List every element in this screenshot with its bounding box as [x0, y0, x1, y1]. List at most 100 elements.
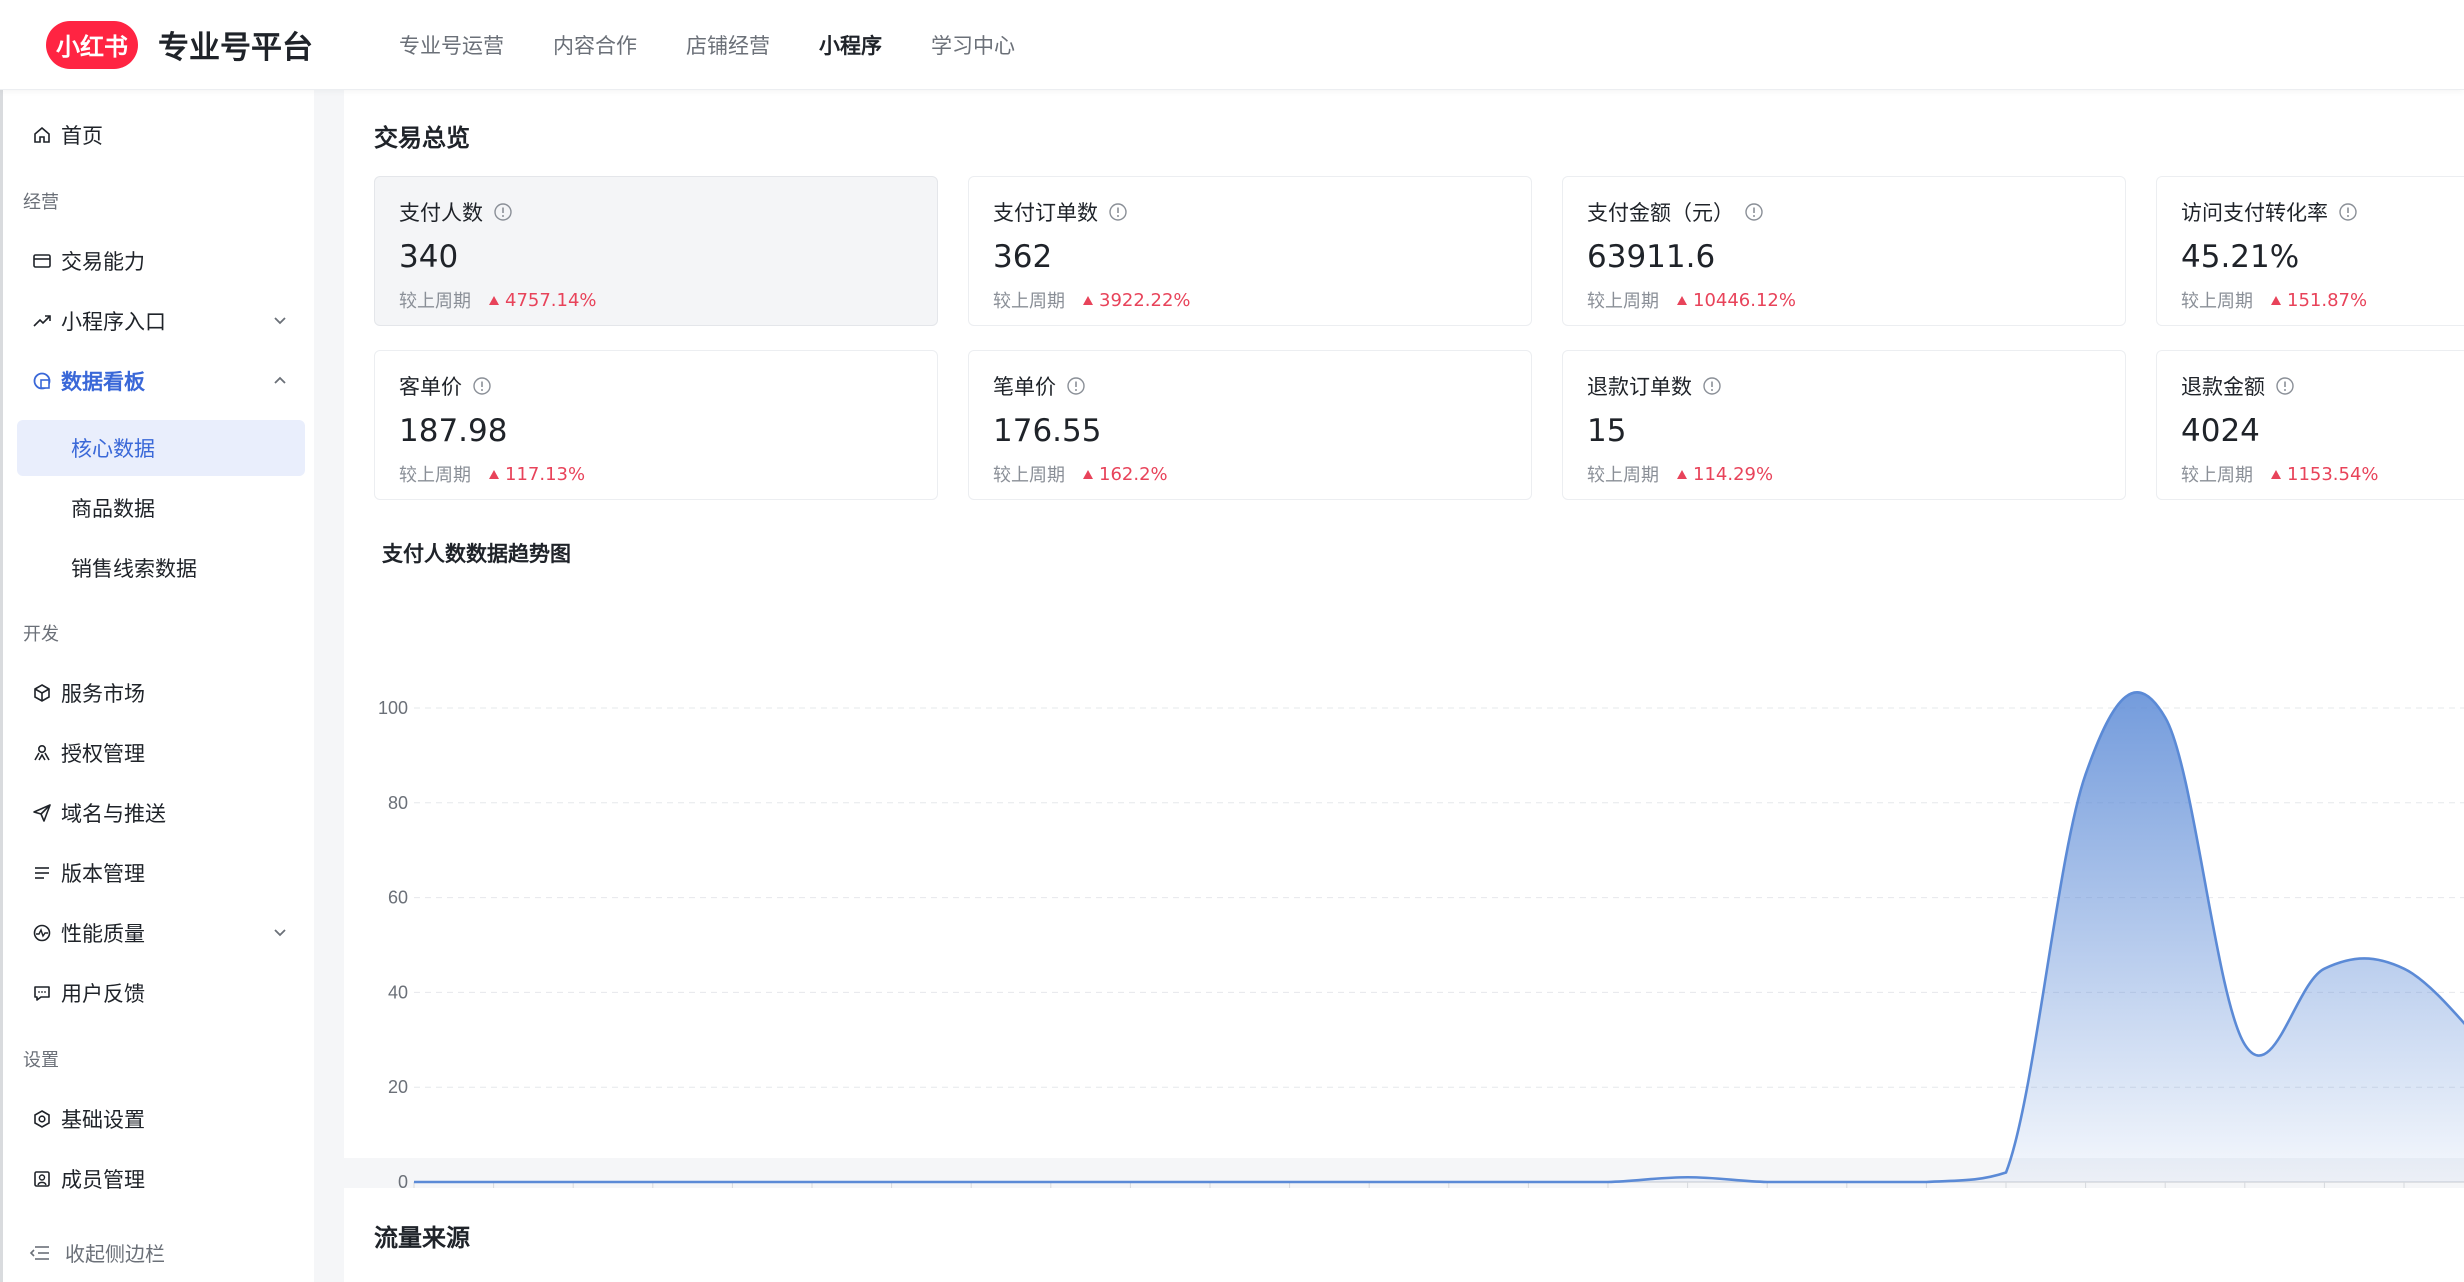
- member-icon: [29, 1166, 55, 1192]
- y-tick-label: 40: [388, 982, 408, 1002]
- topnav-pro-ops[interactable]: 专业号运营: [399, 30, 504, 60]
- metric-value: 187.98: [399, 413, 508, 449]
- collapse-icon: [29, 1245, 49, 1260]
- topnav-mini-program[interactable]: 小程序: [819, 30, 882, 60]
- up-arrow-icon: [489, 469, 499, 479]
- platform-title: 专业号平台: [158, 30, 313, 66]
- collapse-sidebar-button[interactable]: 收起侧边栏: [29, 1238, 165, 1267]
- metric-card-pay-orders[interactable]: 支付订单数 362 较上周期 3922.22%: [968, 176, 1532, 326]
- metric-change: 162.2%: [1099, 463, 1168, 485]
- chart-title: 支付人数数据趋势图: [382, 542, 571, 566]
- card-icon: [29, 248, 55, 274]
- sidebar-item-label: 版本管理: [61, 862, 145, 886]
- metric-label: 支付人数: [399, 201, 483, 225]
- metric-card-avg-order-price[interactable]: 笔单价 176.55 较上周期 162.2%: [968, 350, 1532, 500]
- send-icon: [29, 800, 55, 826]
- y-tick-label: 20: [388, 1077, 408, 1097]
- sidebar-subitem-leads-data[interactable]: 销售线索数据: [17, 540, 305, 596]
- sidebar-item-label: 首页: [61, 124, 103, 148]
- sidebar-group-dev: 开发: [23, 624, 59, 645]
- sidebar-item-members[interactable]: 成员管理: [17, 1150, 305, 1208]
- home-icon: [29, 122, 55, 148]
- sidebar-item-label: 基础设置: [61, 1108, 145, 1132]
- y-tick-label: 100: [378, 698, 408, 718]
- pay-users-trend-chart[interactable]: 02040608010010-2610-2710-2810-2910-3010-…: [344, 590, 2464, 1240]
- sidebar-item-auth[interactable]: 授权管理: [17, 724, 305, 782]
- list-icon: [29, 860, 55, 886]
- up-arrow-icon: [1677, 469, 1687, 479]
- metric-change: 4757.14%: [505, 289, 597, 311]
- users-icon: [29, 740, 55, 766]
- metric-value: 362: [993, 239, 1053, 275]
- compare-label: 较上周期: [993, 465, 1065, 486]
- sidebar-item-label: 服务市场: [61, 682, 145, 706]
- sidebar-item-version[interactable]: 版本管理: [17, 844, 305, 902]
- metric-card-refund-orders[interactable]: 退款订单数 15 较上周期 114.29%: [1562, 350, 2126, 500]
- info-icon[interactable]: [1108, 202, 1128, 222]
- series-area: [414, 692, 2464, 1182]
- top-nav: 专业号运营 内容合作 店铺经营 小程序 学习中心: [399, 30, 1064, 60]
- up-arrow-icon: [2271, 295, 2281, 305]
- compare-label: 较上周期: [993, 291, 1065, 312]
- topnav-store-ops[interactable]: 店铺经营: [686, 30, 770, 60]
- metric-card-pay-users[interactable]: 支付人数 340 较上周期 4757.14%: [374, 176, 938, 326]
- sidebar-item-domain[interactable]: 域名与推送: [17, 784, 305, 842]
- metric-card-refund-amount[interactable]: 退款金额 4024 较上周期 1153.54%: [2156, 350, 2464, 500]
- info-icon[interactable]: [472, 376, 492, 396]
- xiaohongshu-logo[interactable]: 小红书: [46, 20, 138, 69]
- info-icon[interactable]: [2338, 202, 2358, 222]
- metric-label: 退款订单数: [1587, 375, 1692, 399]
- sidebar-group-settings: 设置: [23, 1050, 59, 1071]
- sidebar-item-basic-settings[interactable]: 基础设置: [17, 1090, 305, 1148]
- sidebar-item-feedback[interactable]: 用户反馈: [17, 964, 305, 1022]
- info-icon[interactable]: [1702, 376, 1722, 396]
- sidebar-item-entry[interactable]: 小程序入口: [17, 292, 305, 350]
- metric-value: 176.55: [993, 413, 1102, 449]
- sidebar-item-dashboard[interactable]: 数据看板: [17, 352, 305, 410]
- sidebar-item-trade[interactable]: 交易能力: [17, 232, 305, 290]
- metric-label: 支付金额（元）: [1587, 201, 1734, 225]
- pulse-icon: [29, 920, 55, 946]
- topnav-learning-center[interactable]: 学习中心: [931, 30, 1015, 60]
- info-icon[interactable]: [2275, 376, 2295, 396]
- up-arrow-icon: [1083, 469, 1093, 479]
- traffic-source-panel: 流量来源: [344, 1188, 2464, 1282]
- metric-value: 45.21%: [2181, 239, 2300, 275]
- chevron-up-icon: [274, 376, 286, 384]
- up-arrow-icon: [1083, 295, 1093, 305]
- sidebar-item-label: 域名与推送: [61, 802, 166, 826]
- sidebar-item-market[interactable]: 服务市场: [17, 664, 305, 722]
- compare-label: 较上周期: [2181, 291, 2253, 312]
- metric-change: 151.87%: [2287, 289, 2368, 311]
- sidebar-subitem-goods-data[interactable]: 商品数据: [17, 480, 305, 536]
- up-arrow-icon: [2271, 469, 2281, 479]
- sidebar-item-label: 小程序入口: [61, 310, 166, 334]
- dashboard-icon: [29, 368, 55, 394]
- sidebar-subitem-core-data[interactable]: 核心数据: [17, 420, 305, 476]
- metric-change: 10446.12%: [1693, 289, 1796, 311]
- sidebar: 首页 经营 交易能力 小程序入口 数据看板 核心数据 商品数据 销售线索数据 开…: [0, 90, 314, 1282]
- sidebar-item-performance[interactable]: 性能质量: [17, 904, 305, 962]
- up-arrow-icon: [1677, 295, 1687, 305]
- sidebar-item-label: 授权管理: [61, 742, 145, 766]
- sidebar-item-home[interactable]: 首页: [17, 106, 305, 164]
- sidebar-group-ops: 经营: [23, 192, 59, 213]
- metric-change: 117.13%: [505, 463, 586, 485]
- metric-card-avg-customer-price[interactable]: 客单价 187.98 较上周期 117.13%: [374, 350, 938, 500]
- info-icon[interactable]: [493, 202, 513, 222]
- sidebar-item-label: 性能质量: [61, 922, 145, 946]
- collapse-sidebar-label: 收起侧边栏: [65, 1242, 165, 1266]
- metric-value: 15: [1587, 413, 1627, 449]
- metric-card-pay-amount[interactable]: 支付金额（元） 63911.6 较上周期 10446.12%: [1562, 176, 2126, 326]
- metric-change: 114.29%: [1693, 463, 1774, 485]
- metric-card-conversion-rate[interactable]: 访问支付转化率 45.21% 较上周期 151.87%: [2156, 176, 2464, 326]
- metric-value: 340: [399, 239, 459, 275]
- sidebar-item-label: 交易能力: [61, 250, 145, 274]
- metric-label: 笔单价: [993, 375, 1056, 399]
- info-icon[interactable]: [1744, 202, 1764, 222]
- cube-icon: [29, 680, 55, 706]
- up-arrow-icon: [489, 295, 499, 305]
- metric-change: 3922.22%: [1099, 289, 1191, 311]
- info-icon[interactable]: [1066, 376, 1086, 396]
- topnav-content-coop[interactable]: 内容合作: [553, 30, 637, 60]
